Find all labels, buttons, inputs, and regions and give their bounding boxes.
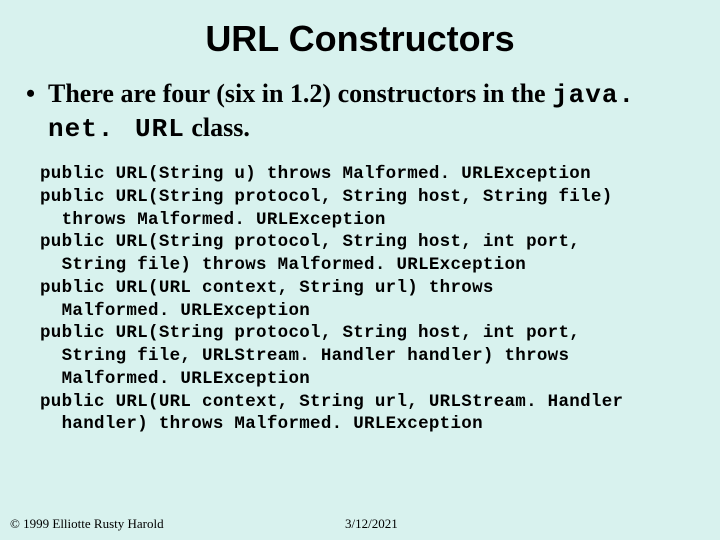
bullet-dot: • (26, 78, 48, 111)
slide-title: URL Constructors (20, 18, 700, 60)
footer-copyright: © 1999 Elliotte Rusty Harold (10, 516, 164, 532)
bullet-text-pre: There are four (six in 1.2) constructors… (48, 79, 552, 108)
bullet-text-post: class. (185, 113, 250, 142)
bullet-text: There are four (six in 1.2) constructors… (48, 78, 700, 145)
footer-date: 3/12/2021 (345, 516, 398, 532)
bullet-item: • There are four (six in 1.2) constructo… (26, 78, 700, 145)
slide: URL Constructors • There are four (six i… (0, 0, 720, 540)
code-block: public URL(String u) throws Malformed. U… (40, 163, 692, 436)
